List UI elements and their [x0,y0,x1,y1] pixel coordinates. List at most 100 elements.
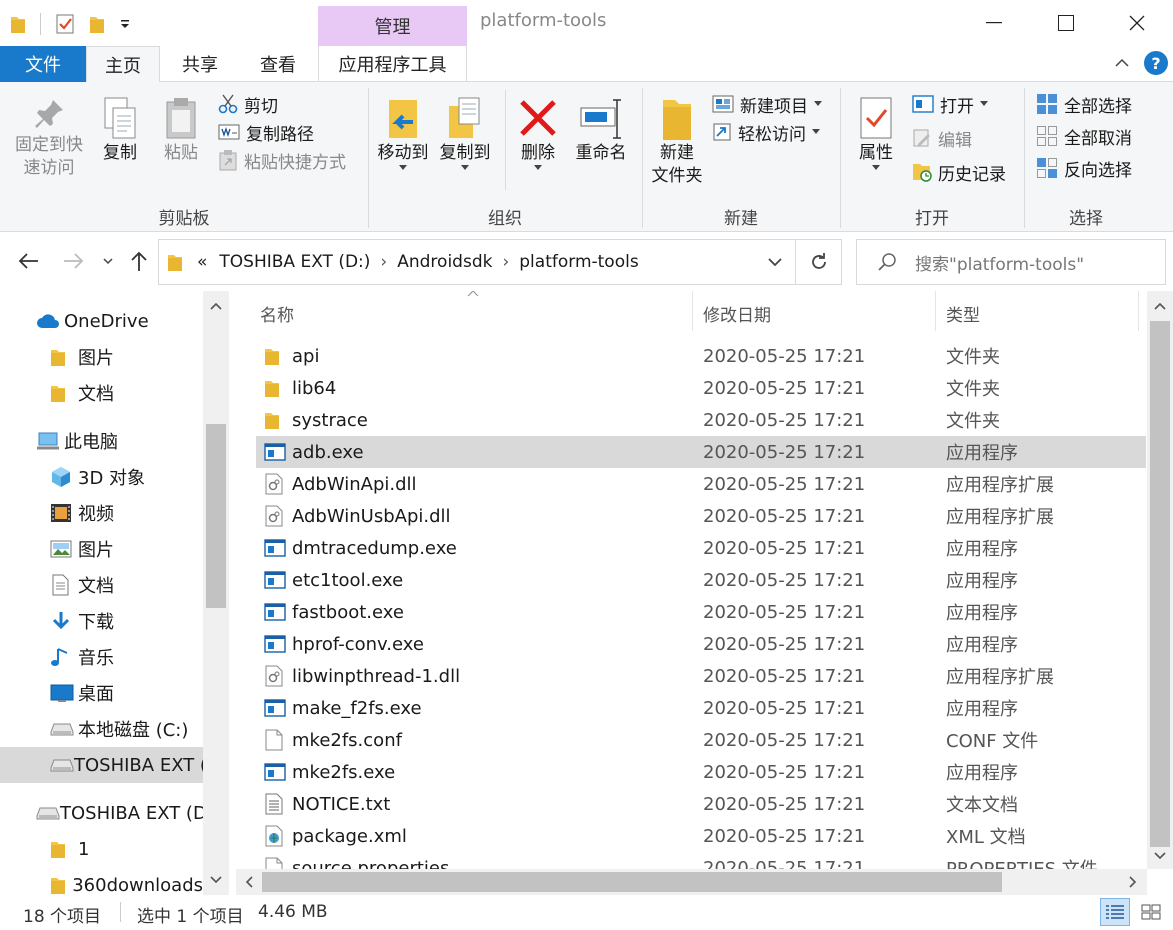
tab-share[interactable]: 共享 [162,46,238,82]
table-row[interactable]: systrace 2020-05-25 17:21 文件夹 [256,404,1146,436]
help-icon[interactable]: ? [1144,51,1168,75]
table-row[interactable]: AdbWinUsbApi.dll 2020-05-25 17:21 应用程序扩展 [256,500,1146,532]
column-divider[interactable] [935,291,936,331]
file-list-horizontal-scrollbar[interactable] [236,869,1147,895]
nav-item[interactable]: 360downloads [0,867,203,895]
manage-context-tab[interactable]: 管理 [318,6,467,46]
forward-arrow-icon[interactable] [62,251,86,271]
recent-locations-chevron-icon[interactable] [102,256,114,266]
table-row[interactable]: etc1tool.exe 2020-05-25 17:21 应用程序 [256,564,1146,596]
search-box[interactable]: 搜索"platform-tools" [856,239,1166,285]
breadcrumb-item[interactable]: Androidsdk [397,252,492,272]
table-row[interactable]: hprof-conv.exe 2020-05-25 17:21 应用程序 [256,628,1146,660]
nav-item[interactable]: 音乐 [0,639,203,675]
nav-item[interactable]: 3D 对象 [0,459,203,495]
large-icons-view-button[interactable] [1136,898,1166,926]
scroll-up-chevron-icon[interactable] [209,301,223,311]
table-row[interactable]: mke2fs.conf 2020-05-25 17:21 CONF 文件 [256,724,1146,756]
customize-qat-chevron-icon[interactable] [119,18,131,30]
copy-to-button[interactable]: 复制到 [436,96,494,171]
vertical-scrollbar-thumb[interactable] [1150,321,1170,847]
nav-item[interactable]: TOSHIBA EXT (D:) [0,795,203,831]
open-button[interactable]: 打开 [912,90,1006,118]
nav-item[interactable]: 文档 [0,375,203,411]
breadcrumb-overflow[interactable]: « [197,252,207,272]
tab-file[interactable]: 文件 [0,46,86,82]
nav-item[interactable]: 视频 [0,495,203,531]
folder-icon[interactable] [10,14,26,34]
tab-app-tools[interactable]: 应用程序工具 [318,46,467,82]
paste-shortcut-button[interactable]: 粘贴快捷方式 [218,146,346,174]
table-row[interactable]: fastboot.exe 2020-05-25 17:21 应用程序 [256,596,1146,628]
nav-item[interactable]: 桌面 [0,675,203,711]
column-header-name[interactable]: 名称 [260,291,692,335]
nav-scrollbar[interactable] [203,291,229,895]
nav-item[interactable]: 图片 [0,531,203,567]
table-row[interactable]: libwinpthread-1.dll 2020-05-25 17:21 应用程序扩… [256,660,1146,692]
nav-item[interactable]: 1 [0,831,203,867]
table-row[interactable]: api 2020-05-25 17:21 文件夹 [256,340,1146,372]
address-dropdown-chevron-icon[interactable] [767,256,783,268]
history-button[interactable]: 历史记录 [912,158,1006,186]
refresh-button[interactable] [796,239,842,285]
paste-button[interactable]: 粘贴 [156,96,206,165]
up-arrow-icon[interactable] [128,249,150,273]
nav-item[interactable]: 下载 [0,603,203,639]
nav-scrollbar-thumb[interactable] [206,424,226,608]
breadcrumb-separator-icon[interactable]: › [380,252,387,272]
horizontal-scrollbar-thumb[interactable] [262,872,1002,892]
nav-item[interactable]: 图片 [0,339,203,375]
column-header-date[interactable]: 修改日期 [703,291,935,335]
properties-button[interactable]: 属性 [850,96,902,171]
table-row[interactable]: dmtracedump.exe 2020-05-25 17:21 应用程序 [256,532,1146,564]
copy-button[interactable]: 复制 [96,96,144,165]
nav-item[interactable]: OneDrive [0,303,203,339]
collapse-ribbon-chevron-icon[interactable] [1113,54,1131,72]
properties-checkmark-icon[interactable] [55,13,75,35]
invert-selection-button[interactable]: 反向选择 [1036,154,1132,182]
table-row[interactable]: make_f2fs.exe 2020-05-25 17:21 应用程序 [256,692,1146,724]
breadcrumb-item[interactable]: platform-tools [519,252,638,272]
column-divider[interactable] [1138,291,1139,331]
scroll-down-chevron-icon[interactable] [1153,851,1167,861]
maximize-button[interactable] [1030,0,1102,46]
nav-item[interactable]: 文档 [0,567,203,603]
scroll-up-chevron-icon[interactable] [1153,301,1167,311]
table-row[interactable]: NOTICE.txt 2020-05-25 17:21 文本文档 [256,788,1146,820]
details-view-button[interactable] [1100,898,1130,926]
new-folder-icon[interactable] [89,14,105,34]
rename-button[interactable]: 重命名 [570,96,632,165]
breadcrumb-item[interactable]: TOSHIBA EXT (D:) [219,252,370,272]
nav-item[interactable]: 此电脑 [0,423,203,459]
table-row[interactable]: package.xml 2020-05-25 17:21 XML 文档 [256,820,1146,852]
back-arrow-icon[interactable] [16,251,40,271]
file-list-vertical-scrollbar[interactable] [1147,291,1173,869]
scroll-down-chevron-icon[interactable] [209,875,223,885]
new-item-button[interactable]: 新建项目 [712,90,822,118]
minimize-button[interactable] [958,0,1030,46]
breadcrumb-separator-icon[interactable]: › [502,252,509,272]
easy-access-button[interactable]: 轻松访问 [712,118,822,146]
table-row[interactable]: lib64 2020-05-25 17:21 文件夹 [256,372,1146,404]
delete-button[interactable]: 删除 [514,96,562,171]
scroll-left-chevron-icon[interactable] [244,875,254,889]
table-row[interactable]: mke2fs.exe 2020-05-25 17:21 应用程序 [256,756,1146,788]
nav-item[interactable]: TOSHIBA EXT (D:) [0,747,203,783]
scroll-right-chevron-icon[interactable] [1128,875,1138,889]
nav-item[interactable]: 本地磁盘 (C:) [0,711,203,747]
column-divider[interactable] [692,291,693,331]
close-button[interactable] [1101,0,1173,46]
table-row[interactable]: adb.exe 2020-05-25 17:21 应用程序 [256,436,1146,468]
pin-to-quick-access-button[interactable]: 固定到快速访问 [8,96,90,180]
tab-home[interactable]: 主页 [86,46,160,83]
copy-path-button[interactable]: 复制路径 [218,118,346,146]
column-header-type[interactable]: 类型 [946,291,1136,335]
tab-view[interactable]: 查看 [240,46,316,82]
address-bar[interactable]: « TOSHIBA EXT (D:) › Androidsdk › platfo… [158,239,796,285]
new-folder-button[interactable]: 新建 文件夹 [646,96,708,188]
cut-button[interactable]: 剪切 [218,90,346,118]
select-all-button[interactable]: 全部选择 [1036,90,1132,118]
move-to-button[interactable]: 移动到 [374,96,432,171]
table-row[interactable]: AdbWinApi.dll 2020-05-25 17:21 应用程序扩展 [256,468,1146,500]
select-none-button[interactable]: 全部取消 [1036,122,1132,150]
